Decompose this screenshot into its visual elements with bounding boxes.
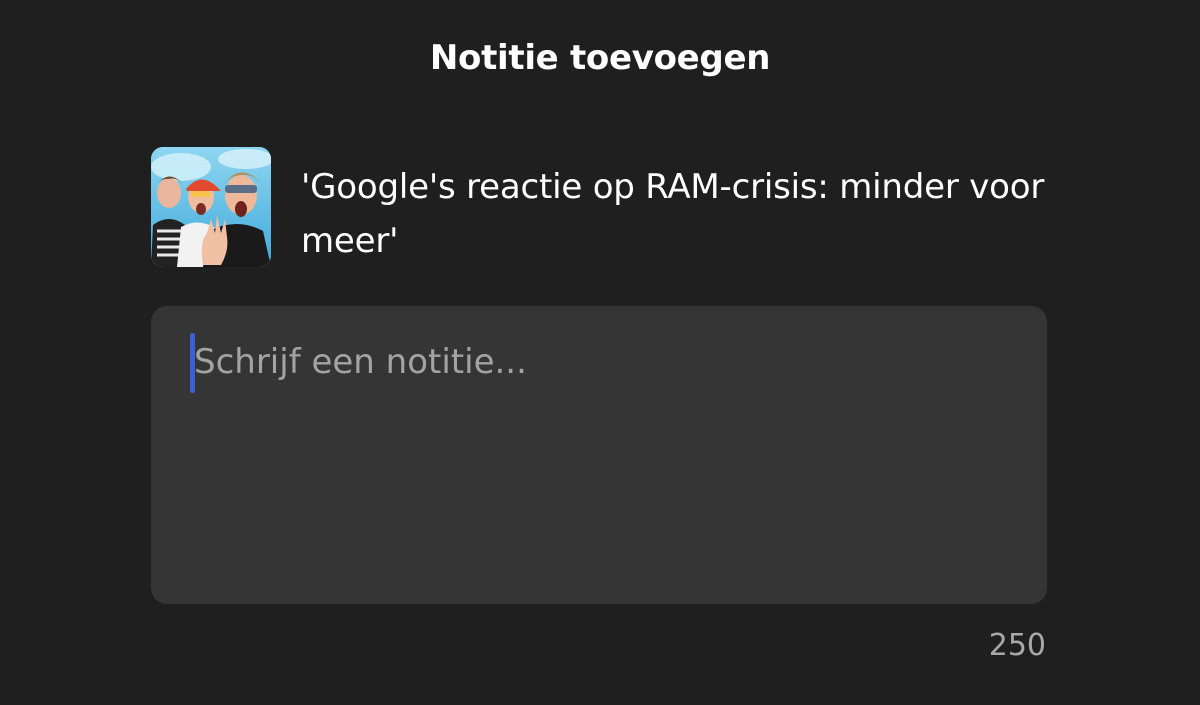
note-field[interactable] <box>151 306 1047 604</box>
note-input[interactable] <box>194 340 1014 580</box>
character-counter: 250 <box>988 628 1046 663</box>
episode-title: 'Google's reactie op RAM-crisis: minder … <box>301 167 1045 261</box>
dialog-title: Notitie toevoegen <box>429 38 771 78</box>
podcast-cover-image <box>151 147 271 267</box>
episode-info: 'Google's reactie op RAM-crisis: minder … <box>151 147 1047 267</box>
